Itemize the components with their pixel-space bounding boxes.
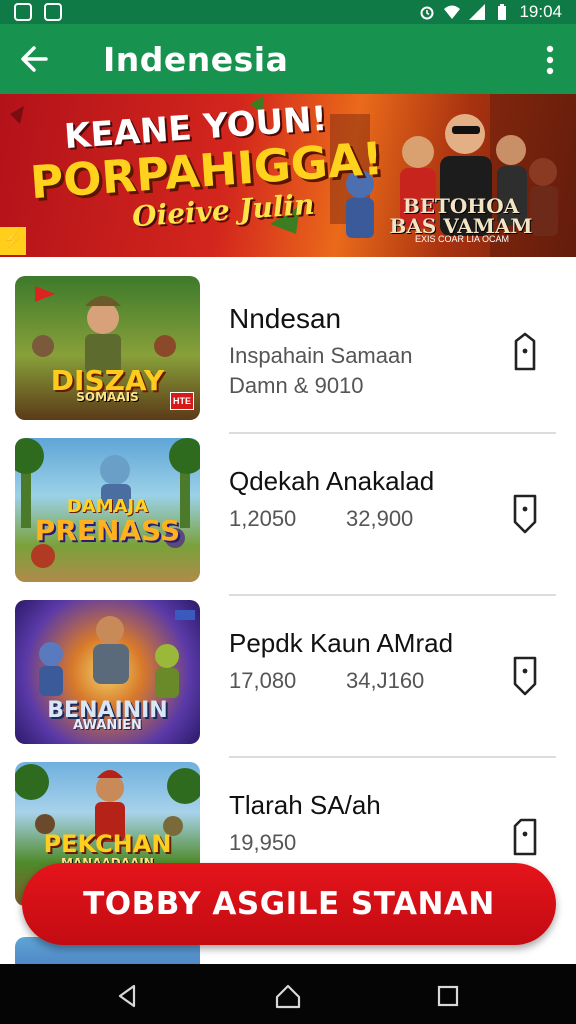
list-item[interactable]: DISZAY SOMAAIS HTE Nndesan Inspahain Sam… xyxy=(0,257,576,420)
system-nav-bar xyxy=(0,964,576,1024)
game-stat-1: 1,2050 xyxy=(229,506,297,531)
thumbnail-subtitle: PRENASS xyxy=(34,514,181,547)
bookmark-icon[interactable] xyxy=(508,654,542,698)
wifi-icon xyxy=(444,5,461,19)
arrow-left-icon[interactable] xyxy=(16,40,54,78)
bookmark-icon[interactable] xyxy=(508,816,542,860)
signal-icon xyxy=(469,4,486,20)
game-stat-2: 34,J160 xyxy=(346,668,425,693)
game-stat-2: 32,900 xyxy=(346,506,414,531)
thumbnail-title: PEKCHAN xyxy=(43,830,172,858)
alarm-icon xyxy=(420,6,434,20)
primary-action-button[interactable]: TOBBY ASGILE STANAN xyxy=(22,863,556,945)
thumbnail-subtitle: AWANIEN xyxy=(73,718,142,733)
photo-icon xyxy=(44,3,62,21)
game-stat-1: 19,950 xyxy=(229,830,297,855)
status-time: 19:04 xyxy=(519,2,562,21)
nav-back-icon[interactable] xyxy=(114,982,142,1010)
banner-logo-title: BETOHOA BAS VAMAM xyxy=(389,194,533,238)
more-vert-icon[interactable] xyxy=(538,42,562,78)
nav-home-icon[interactable] xyxy=(274,982,302,1010)
game-title: Nndesan xyxy=(229,303,342,334)
game-subtitle: Inspahain Samaan xyxy=(229,343,413,368)
game-title: Qdekah Anakalad xyxy=(229,466,435,496)
nav-recents-icon[interactable] xyxy=(434,982,462,1010)
banner-corner-badge: ⚡ xyxy=(0,227,26,255)
game-title: Pepdk Kaun AMrad xyxy=(229,628,454,658)
app-bar: Indenesia xyxy=(0,24,576,94)
game-thumbnail: DISZAY SOMAAIS HTE xyxy=(15,276,200,420)
game-thumbnail: DAMAJA PRENASS xyxy=(15,438,200,582)
promo-banner[interactable]: KEANE YOUN! PORPAHIGGA! Oieive Julin BET… xyxy=(0,94,576,257)
game-title: Tlarah SA/ah xyxy=(229,790,381,820)
bookmark-icon[interactable] xyxy=(508,492,542,536)
notification-icon xyxy=(14,3,32,21)
status-bar: 19:04 xyxy=(0,0,576,24)
list-item[interactable]: BENAININ AWANIEN Pepdk Kaun AMrad 17,080… xyxy=(0,582,576,744)
game-thumbnail: BENAININ AWANIEN xyxy=(15,600,200,744)
banner-logo-sub: EXIS COAR LIA OCAM xyxy=(414,234,510,244)
game-subtitle-2: Damn & 9010 xyxy=(229,373,364,398)
game-stat-1: 17,080 xyxy=(229,668,297,693)
thumbnail-badge: HTE xyxy=(170,392,194,410)
list-item[interactable]: DAMAJA PRENASS Qdekah Anakalad 1,2050 32… xyxy=(0,420,576,582)
bookmark-icon[interactable] xyxy=(508,331,542,375)
battery-icon xyxy=(498,4,507,20)
page-title: Indenesia xyxy=(103,40,289,79)
